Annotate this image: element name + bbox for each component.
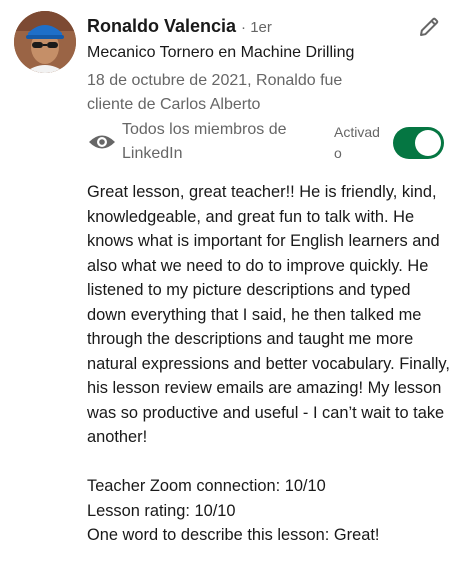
author-row: Ronaldo Valencia · 1er [87, 16, 272, 40]
pencil-icon [420, 17, 439, 36]
visibility-toggle[interactable] [393, 127, 444, 159]
recommendation-card: Ronaldo Valencia · 1er Mecanico Tornero … [0, 0, 463, 588]
eye-icon [87, 130, 117, 154]
recommendation-meta: 18 de octubre de 2021, Ronaldo fue clien… [87, 72, 343, 113]
avatar-photo [14, 11, 76, 73]
rating-line-word: One word to describe this lesson: Great! [87, 526, 380, 544]
visibility-label: Todos los miembros de LinkedIn [122, 121, 287, 162]
author-name[interactable]: Ronaldo Valencia [87, 16, 236, 37]
connection-degree: · 1er [241, 19, 272, 36]
rating-line-zoom: Teacher Zoom connection: 10/10 [87, 477, 326, 495]
recommendation-paragraph: Great lesson, great teacher!! He is frie… [87, 183, 450, 446]
rating-line-lesson: Lesson rating: 10/10 [87, 501, 236, 520]
toggle-knob [415, 130, 441, 156]
avatar[interactable] [14, 11, 76, 73]
recommendation-body: Great lesson, great teacher!! He is frie… [87, 180, 451, 548]
edit-button[interactable] [414, 12, 444, 42]
toggle-label: Activado [334, 124, 380, 161]
author-headline: Mecanico Tornero en Machine Drilling [87, 44, 355, 61]
